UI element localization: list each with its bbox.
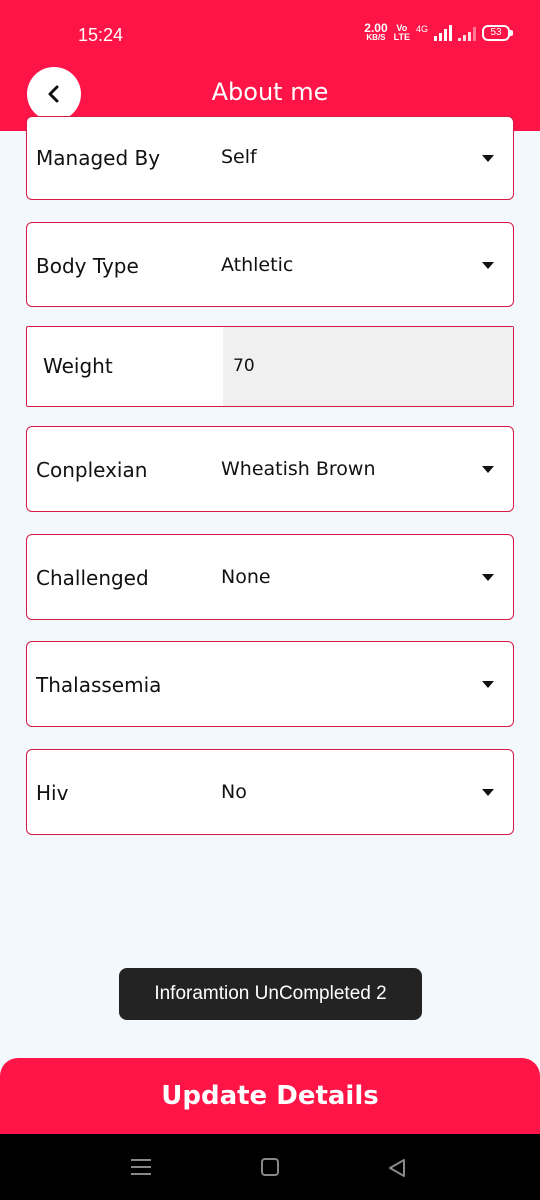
net-speed-indicator: 2.00 KB/S: [364, 21, 388, 42]
field-value: No: [221, 781, 247, 803]
update-details-button[interactable]: Update Details: [0, 1058, 540, 1140]
volte-bottom-text: LTE: [393, 32, 410, 42]
status-icons: 2.00 KB/S Vo LTE 4G 53: [364, 21, 513, 42]
field-label: Conplexian: [36, 458, 148, 482]
network-type: 4G: [415, 24, 428, 34]
challenged-dropdown[interactable]: Challenged None: [26, 534, 514, 620]
home-icon[interactable]: [261, 1158, 279, 1176]
hiv-dropdown[interactable]: Hiv No: [26, 749, 514, 835]
field-value: Athletic: [221, 254, 294, 276]
weight-input-value: 70: [233, 356, 255, 376]
dropdown-arrow-icon: [482, 466, 494, 473]
back-triangle-icon[interactable]: [387, 1158, 407, 1178]
field-value: Self: [221, 146, 257, 168]
signal-strength-icon: [434, 25, 452, 41]
app-header: 15:24 2.00 KB/S Vo LTE 4G 53 About me: [0, 0, 540, 131]
weight-field: Weight 70: [26, 326, 514, 407]
battery-level: 53: [490, 27, 502, 38]
weight-input[interactable]: 70: [223, 327, 513, 406]
managed-by-dropdown[interactable]: Managed By Self: [26, 116, 514, 200]
page-title: About me: [211, 78, 329, 106]
recent-apps-icon[interactable]: [131, 1159, 151, 1175]
dropdown-arrow-icon: [482, 681, 494, 688]
net-speed-unit: KB/S: [366, 33, 386, 42]
dropdown-arrow-icon: [482, 574, 494, 581]
field-label: Thalassemia: [36, 673, 162, 697]
dropdown-arrow-icon: [482, 155, 494, 162]
signal-strength-icon-2: [458, 25, 476, 41]
field-label: Body Type: [36, 254, 139, 278]
battery-icon: 53: [482, 25, 513, 41]
dropdown-arrow-icon: [482, 262, 494, 269]
field-label: Challenged: [36, 566, 149, 590]
net-speed-value: 2.00: [364, 21, 388, 35]
body-type-dropdown[interactable]: Body Type Athletic: [26, 222, 514, 307]
field-value: None: [221, 566, 271, 588]
status-bar: 15:24 2.00 KB/S Vo LTE 4G 53: [0, 0, 540, 70]
field-label: Weight: [43, 354, 113, 378]
field-value: Wheatish Brown: [221, 458, 376, 480]
dropdown-arrow-icon: [482, 789, 494, 796]
thalassemia-dropdown[interactable]: Thalassemia: [26, 641, 514, 727]
field-label: Hiv: [36, 781, 69, 805]
toast-message: Inforamtion UnCompleted 2: [119, 968, 422, 1020]
system-nav-bar: [0, 1134, 540, 1200]
complexion-dropdown[interactable]: Conplexian Wheatish Brown: [26, 426, 514, 512]
status-time: 15:24: [78, 25, 124, 45]
volte-icon: Vo LTE: [394, 24, 410, 42]
field-label: Managed By: [36, 146, 161, 170]
